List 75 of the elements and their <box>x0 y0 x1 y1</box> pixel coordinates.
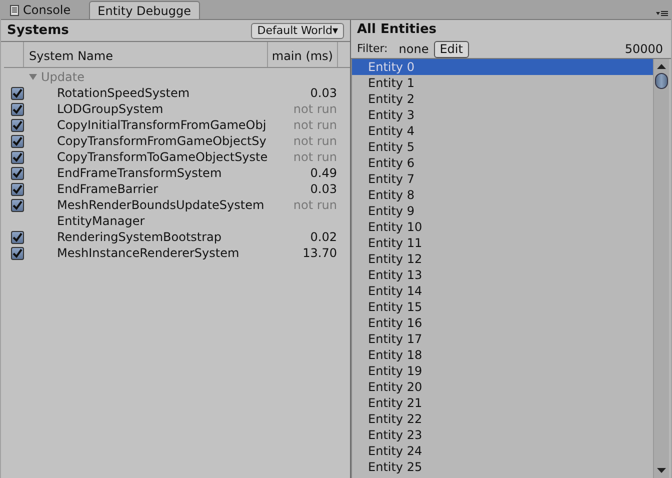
system-time: 13.70 <box>302 245 337 262</box>
system-time: 0.49 <box>309 165 337 182</box>
checkbox[interactable] <box>11 230 24 244</box>
system-time: not run <box>292 149 337 166</box>
system-time: 0.03 <box>309 181 337 198</box>
edit-button[interactable]: Edit <box>434 40 469 58</box>
system-time: not run <box>292 101 337 118</box>
checkbox[interactable] <box>11 182 24 196</box>
entity-row[interactable]: Entity 8 <box>352 187 653 203</box>
system-name[interactable]: RotationSpeedSystem <box>57 84 267 102</box>
system-time: not run <box>292 117 337 134</box>
console-icon <box>10 4 19 16</box>
system-name[interactable]: EndFrameBarrier <box>57 180 267 198</box>
system-name[interactable]: MeshRenderBoundsUpdateSystem <box>57 196 267 214</box>
entity-row[interactable]: Entity 10 <box>352 219 653 235</box>
entity-row[interactable]: Entity 13 <box>352 267 653 283</box>
entity-row[interactable]: Entity 20 <box>352 379 653 395</box>
panel-title: All Entities <box>356 21 438 40</box>
checkbox[interactable] <box>11 198 24 212</box>
column-header[interactable]: main (ms) <box>268 42 338 67</box>
group-label: Update <box>41 69 84 86</box>
checkbox[interactable] <box>11 150 24 164</box>
entity-row[interactable]: Entity 3 <box>352 107 653 123</box>
entity-row[interactable]: Entity 22 <box>352 411 653 427</box>
expanded-arrow-icon[interactable] <box>29 73 37 81</box>
entity-row[interactable]: Entity 19 <box>352 363 653 379</box>
system-name[interactable]: CopyTransformToGameObjectSyste <box>57 148 267 166</box>
entity-row[interactable]: Entity 7 <box>352 171 653 187</box>
entity-row[interactable]: Entity 18 <box>352 347 653 363</box>
system-time: not run <box>292 197 337 214</box>
system-name[interactable]: EntityManager <box>57 212 267 230</box>
entity-count: 50000 <box>624 41 663 58</box>
scroll-up-icon[interactable] <box>657 64 666 69</box>
system-name[interactable]: EndFrameTransformSystem <box>57 164 267 182</box>
menu-icon[interactable] <box>656 11 668 17</box>
checkbox[interactable] <box>11 246 24 260</box>
system-name[interactable]: LODGroupSystem <box>57 100 267 118</box>
checkbox[interactable] <box>11 102 24 116</box>
entity-row[interactable]: Entity 21 <box>352 395 653 411</box>
system-name[interactable]: CopyTransformFromGameObjectSy <box>57 132 267 150</box>
entity-row[interactable]: Entity 2 <box>352 91 653 107</box>
tab[interactable]: Console <box>4 1 77 19</box>
entity-row[interactable]: Entity 1 <box>352 75 653 91</box>
entity-row[interactable]: Entity 6 <box>352 155 653 171</box>
entity-row[interactable]: Entity 12 <box>352 251 653 267</box>
system-name[interactable]: MeshInstanceRendererSystem <box>57 244 267 262</box>
entity-row[interactable]: Entity 24 <box>352 443 653 459</box>
entity-row[interactable]: Entity 23 <box>352 427 653 443</box>
entity-row[interactable]: Entity 25 <box>352 459 653 475</box>
system-name[interactable]: CopyInitialTransformFromGameObj <box>57 116 267 134</box>
entity-row[interactable]: Entity 5 <box>352 139 653 155</box>
entity-row[interactable]: Entity 9 <box>352 203 653 219</box>
filter-value: none <box>398 41 429 58</box>
entity-row[interactable]: Entity 11 <box>352 235 653 251</box>
filter-label: Filter: <box>357 40 388 57</box>
world-dropdown[interactable]: Default World▾ <box>251 22 344 38</box>
system-time: 0.03 <box>309 85 337 102</box>
system-time: not run <box>292 133 337 150</box>
checkbox[interactable] <box>11 134 24 148</box>
entity-row[interactable]: Entity 17 <box>352 331 653 347</box>
system-time: 0.02 <box>309 229 337 246</box>
checkbox[interactable] <box>11 166 24 180</box>
entity-row[interactable]: Entity 16 <box>352 315 653 331</box>
entity-row[interactable]: Entity 0 <box>352 59 653 75</box>
column-header[interactable]: System Name <box>24 42 268 67</box>
checkbox[interactable] <box>11 118 24 132</box>
scroll-down-icon[interactable] <box>657 468 666 473</box>
entity-row[interactable]: Entity 4 <box>352 123 653 139</box>
tab[interactable]: Entity Debugge <box>88 1 200 19</box>
entity-row[interactable]: Entity 15 <box>352 299 653 315</box>
checkbox[interactable] <box>11 86 24 100</box>
panel-title: Systems <box>7 22 69 40</box>
system-name[interactable]: RenderingSystemBootstrap <box>57 228 267 246</box>
entity-row[interactable]: Entity 14 <box>352 283 653 299</box>
scrollbar-thumb[interactable] <box>655 73 668 89</box>
